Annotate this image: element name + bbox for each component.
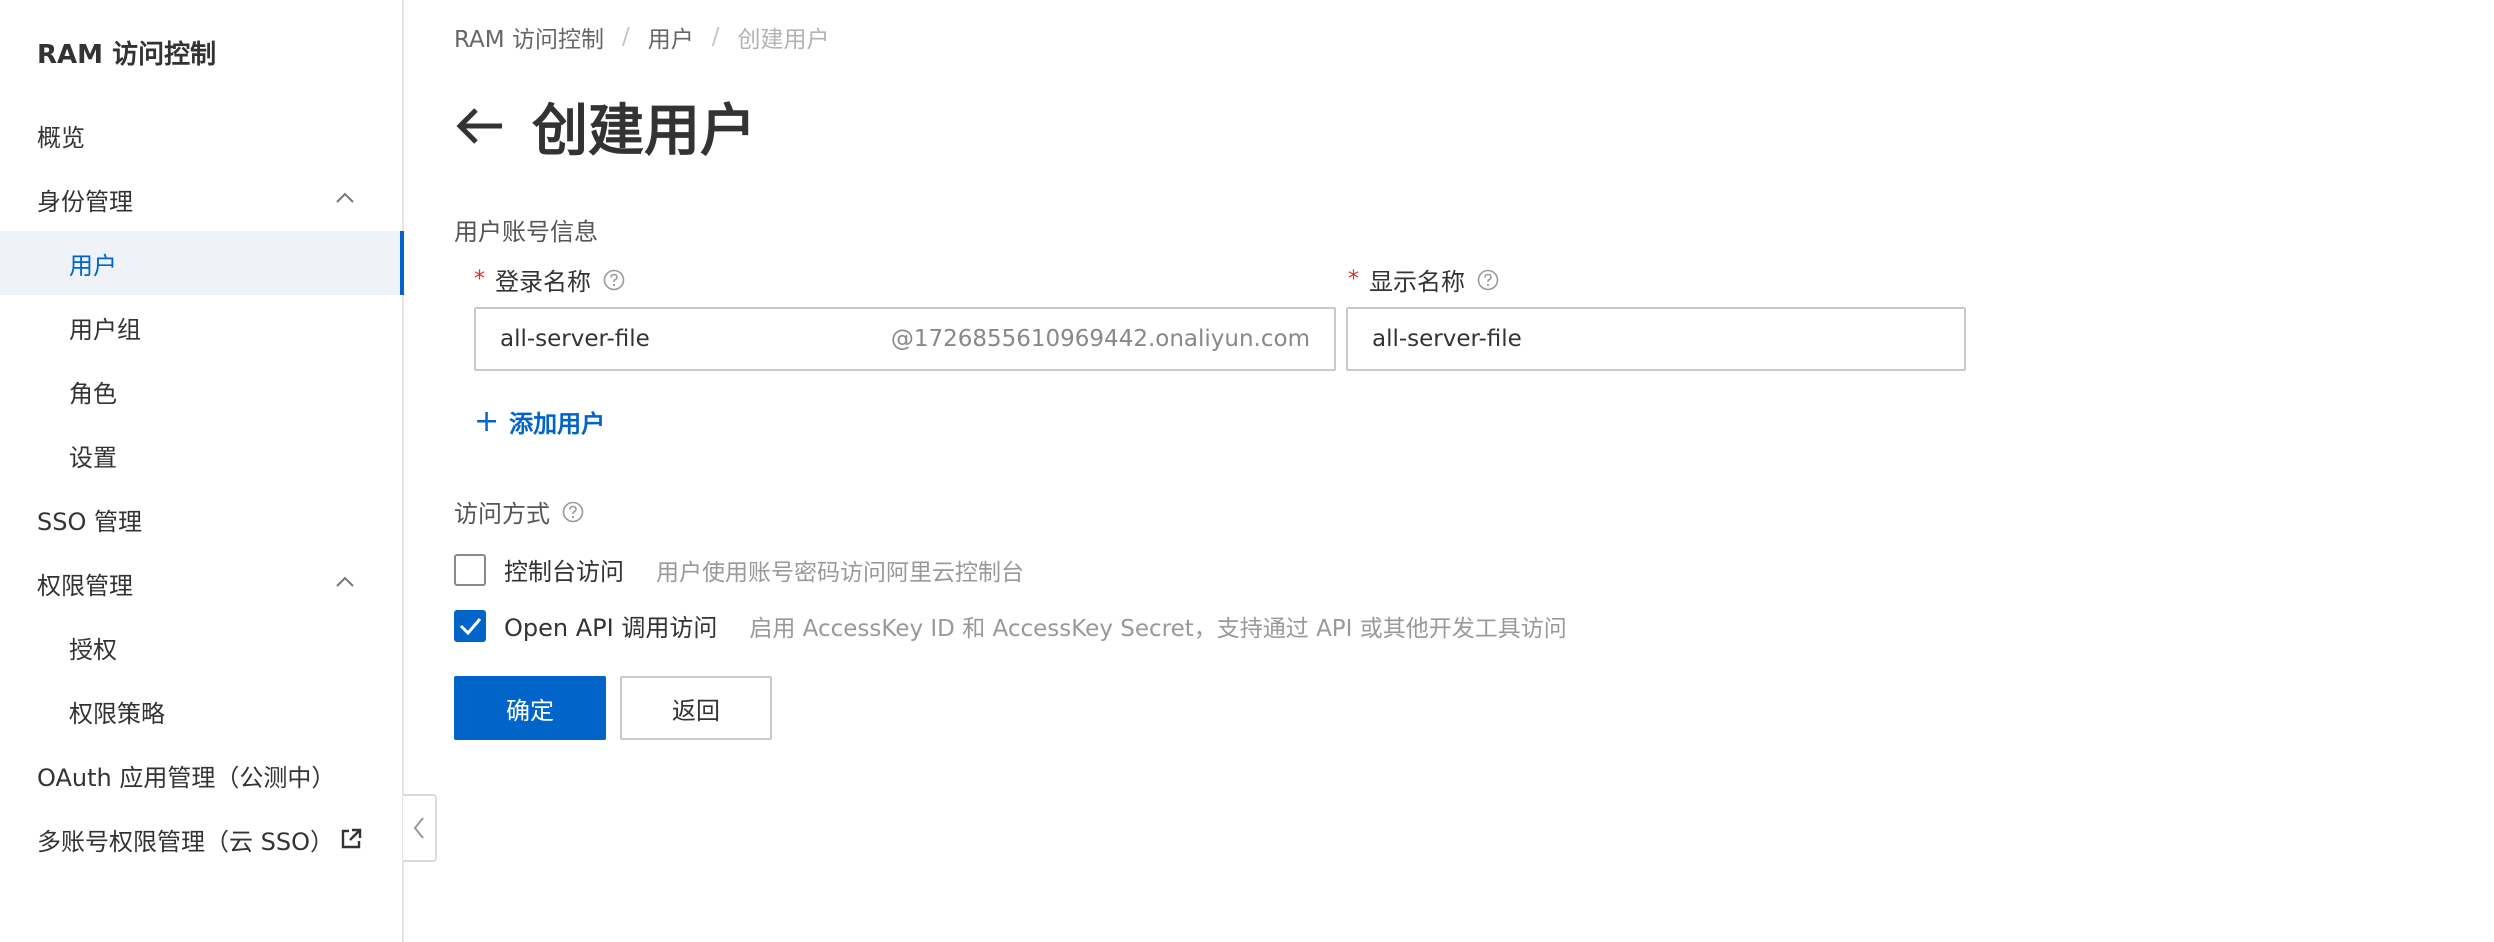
sidebar-item-label: 多账号权限管理（云 SSO） (37, 827, 334, 856)
section-access-method: 访问方式 (454, 494, 584, 529)
main-content: RAM 访问控制 / 用户 / 创建用户 创建用户 用户账号信息 * 登录名称 … (454, 0, 2494, 942)
breadcrumb-item-ram[interactable]: RAM 访问控制 (454, 20, 604, 54)
sidebar-item-grants[interactable]: 授权 (0, 615, 402, 679)
sidebar-group-identity[interactable]: 身份管理 (0, 167, 402, 231)
sidebar-item-label: 角色 (69, 379, 117, 408)
api-access-checkbox[interactable] (454, 609, 486, 642)
console-access-option: 控制台访问 用户使用账号密码访问阿里云控制台 (454, 552, 1024, 587)
console-access-label[interactable]: 控制台访问 (504, 552, 624, 587)
breadcrumb-item-current: 创建用户 (737, 27, 830, 53)
section-label-text: 访问方式 (454, 500, 550, 528)
sidebar-item-settings[interactable]: 设置 (0, 423, 402, 487)
console-access-description: 用户使用账号密码访问阿里云控制台 (656, 559, 1024, 586)
sidebar-item-label: 设置 (69, 443, 117, 472)
display-name-label: * 显示名称 (1348, 262, 1499, 297)
external-link-icon (341, 828, 362, 849)
field-label-text: 登录名称 (495, 268, 591, 296)
page-header: 创建用户 (454, 88, 756, 164)
field-label-text: 显示名称 (1369, 268, 1465, 296)
help-icon[interactable] (562, 501, 584, 523)
sidebar-item-oauth[interactable]: OAuth 应用管理（公测中） (0, 743, 402, 807)
sidebar-item-label: OAuth 应用管理（公测中） (37, 763, 336, 792)
breadcrumb-separator: / (621, 24, 630, 50)
login-name-field[interactable]: all-server-file @1726855610969442.onaliy… (474, 307, 1336, 371)
sidebar-item-label: 用户组 (69, 315, 141, 344)
chevron-left-icon (413, 817, 424, 839)
api-access-label[interactable]: Open API 调用访问 (504, 608, 717, 643)
display-name-field[interactable]: all-server-file (1346, 307, 1966, 371)
sidebar-item-label: 用户 (69, 251, 117, 280)
breadcrumb-separator: / (711, 24, 720, 50)
plus-icon: + (474, 403, 500, 439)
api-access-description: 启用 AccessKey ID 和 AccessKey Secret，支持通过 … (749, 615, 1567, 642)
sidebar-item-label: 权限管理 (37, 571, 133, 600)
sidebar-item-label: 概览 (37, 123, 85, 152)
login-name-value: all-server-file (500, 326, 650, 352)
breadcrumb-item-users[interactable]: 用户 (648, 20, 694, 54)
display-name-value: all-server-file (1372, 326, 1522, 352)
sidebar-title: RAM 访问控制 (37, 40, 217, 70)
sidebar-item-label: SSO 管理 (37, 507, 142, 536)
chevron-up-icon (336, 576, 354, 587)
help-icon[interactable] (1477, 269, 1499, 291)
sidebar-item-sso[interactable]: SSO 管理 (0, 487, 402, 551)
section-label-text: 用户账号信息 (454, 218, 598, 246)
sidebar-item-label: 权限策略 (69, 699, 165, 728)
api-access-option: Open API 调用访问 启用 AccessKey ID 和 AccessKe… (454, 608, 1567, 643)
login-name-domain-suffix: @1726855610969442.onaliyun.com (890, 326, 1310, 352)
sidebar-item-overview[interactable]: 概览 (0, 103, 402, 167)
help-icon[interactable] (603, 269, 625, 291)
sidebar: RAM 访问控制 概览 身份管理 用户 用户组 角色 设置 SSO 管理 权限管… (0, 0, 404, 942)
sidebar-item-cloud-sso[interactable]: 多账号权限管理（云 SSO） (0, 807, 402, 871)
confirm-button[interactable]: 确定 (454, 676, 606, 740)
page-title: 创建用户 (532, 98, 756, 164)
sidebar-item-label: 授权 (69, 635, 117, 664)
section-account-info: 用户账号信息 (454, 212, 598, 247)
sidebar-collapse-button[interactable] (403, 794, 437, 862)
breadcrumb: RAM 访问控制 / 用户 / 创建用户 (454, 20, 829, 54)
back-button[interactable]: 返回 (620, 676, 772, 740)
add-user-button[interactable]: + 添加用户 (474, 404, 605, 439)
sidebar-group-permissions[interactable]: 权限管理 (0, 551, 402, 615)
sidebar-item-policies[interactable]: 权限策略 (0, 679, 402, 743)
checkmark-icon (459, 617, 482, 635)
console-access-checkbox[interactable] (454, 553, 486, 586)
back-arrow-icon[interactable] (454, 100, 506, 152)
sidebar-item-label: 身份管理 (37, 187, 133, 216)
chevron-up-icon (336, 192, 354, 203)
sidebar-item-users[interactable]: 用户 (0, 231, 404, 295)
sidebar-item-roles[interactable]: 角色 (0, 359, 402, 423)
login-name-label: * 登录名称 (474, 262, 625, 297)
sidebar-item-user-groups[interactable]: 用户组 (0, 295, 402, 359)
add-user-label: 添加用户 (509, 410, 606, 438)
required-marker: * (474, 267, 485, 292)
required-marker: * (1348, 267, 1359, 292)
